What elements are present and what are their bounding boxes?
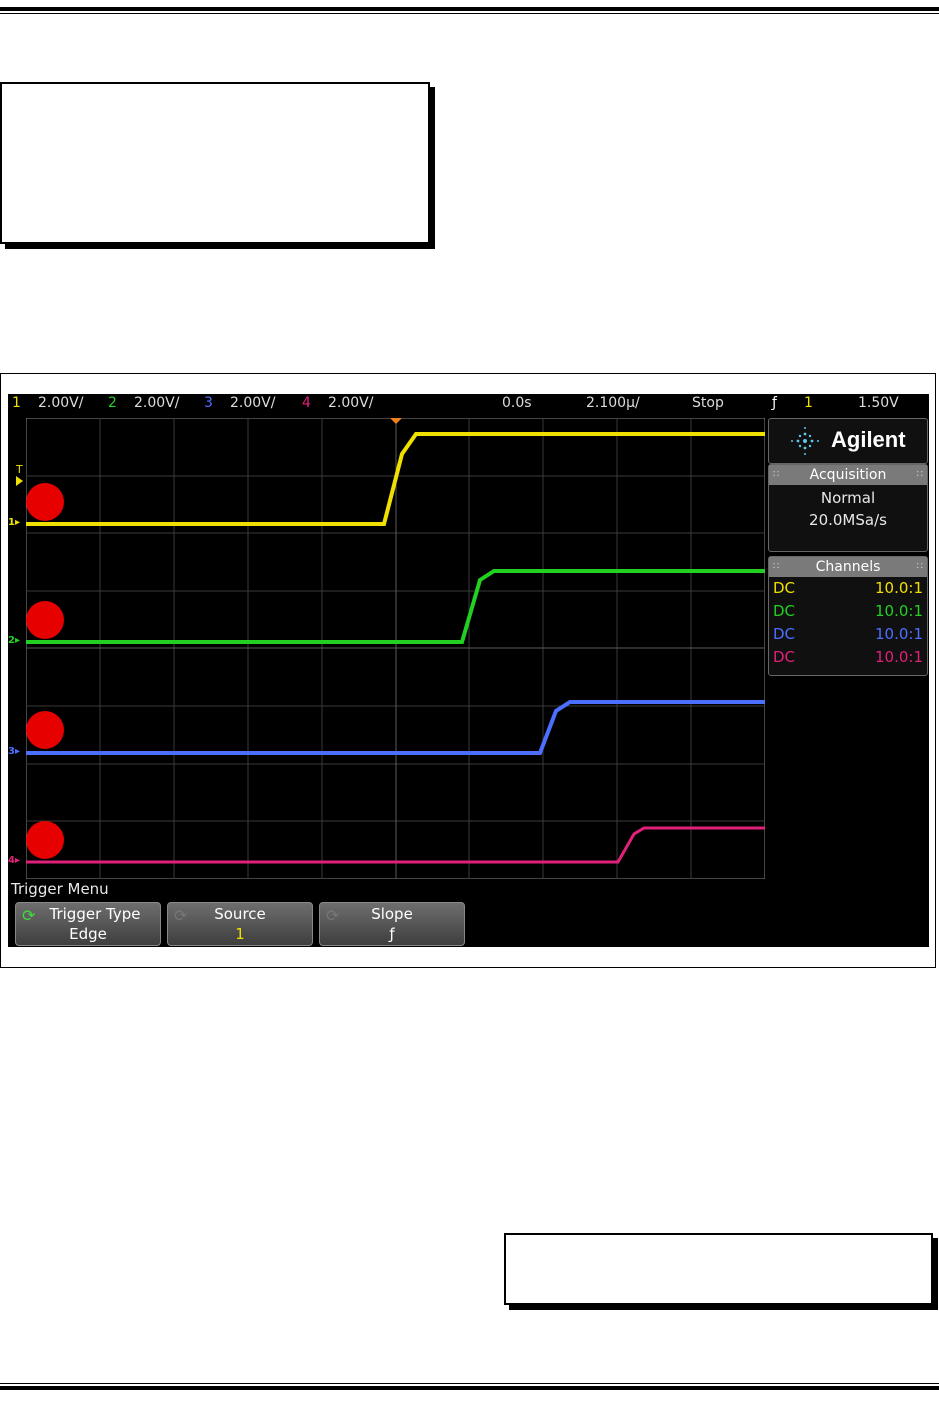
ground-marker-ch4[interactable]: 4▸ — [8, 856, 20, 866]
trigger-level[interactable]: 1.50V — [858, 395, 899, 411]
bottom-rule-thin — [0, 1383, 939, 1384]
ch3-number[interactable]: 3 — [204, 395, 213, 411]
ch1-number[interactable]: 1 — [12, 395, 21, 411]
channel-row-3: DC 10.0:1 — [769, 623, 927, 646]
ground-label: 3 — [8, 746, 15, 757]
annotation-marker-1 — [26, 483, 64, 521]
channel-probe: 10.0:1 — [875, 648, 923, 666]
channel-coupling: DC — [773, 648, 796, 666]
trigger-source[interactable]: 1 — [804, 395, 813, 411]
note-box-top — [0, 82, 430, 244]
ground-marker-ch1[interactable]: 1▸ — [8, 518, 20, 528]
channels-panel[interactable]: ∷ Channels ∷ DC 10.0:1 DC 10.0:1 DC 10.0… — [768, 556, 928, 676]
acquisition-rate: 20.0MSa/s — [809, 511, 887, 529]
softkey-value: 1 — [235, 925, 245, 943]
ground-label: 2 — [8, 635, 15, 646]
time-delay[interactable]: 0.0s — [502, 395, 532, 411]
trigger-type-softkey[interactable]: ⟳ Trigger Type Edge — [15, 902, 161, 946]
trigger-level-marker[interactable]: T — [16, 464, 23, 486]
note-box-bottom — [504, 1233, 933, 1305]
ch3-scale[interactable]: 2.00V/ — [230, 395, 275, 411]
brand-name: Agilent — [831, 427, 906, 452]
trigger-arrow-icon — [16, 476, 23, 486]
trigger-menu-title: Trigger Menu — [11, 880, 109, 898]
oscilloscope-screen: 1 2.00V/ 2 2.00V/ 3 2.00V/ 4 2.00V/ 0.0s… — [8, 394, 929, 947]
brand-panel: Agilent — [768, 418, 928, 464]
waveform-display[interactable] — [26, 418, 765, 879]
status-bar: 1 2.00V/ 2 2.00V/ 3 2.00V/ 4 2.00V/ 0.0s… — [8, 394, 929, 414]
grip-icon: ∷ — [773, 469, 780, 480]
channel-coupling: DC — [773, 602, 796, 620]
acquisition-title: Acquisition — [809, 467, 887, 483]
ground-label: 1 — [8, 517, 15, 528]
channel-coupling: DC — [773, 625, 796, 643]
acquisition-mode: Normal — [820, 489, 876, 507]
channel-probe: 10.0:1 — [875, 625, 923, 643]
grip-icon: ∷ — [773, 561, 780, 572]
run-state[interactable]: Stop — [692, 395, 724, 411]
annotation-marker-2 — [26, 601, 64, 639]
grip-icon: ∷ — [916, 469, 923, 480]
annotation-marker-4 — [26, 821, 64, 859]
top-rule-thin — [0, 13, 939, 14]
channels-title: Channels — [815, 559, 881, 575]
ch4-scale[interactable]: 2.00V/ — [328, 395, 373, 411]
slope-softkey[interactable]: ⟳ Slope ƒ — [319, 902, 465, 946]
softkey-value: Edge — [69, 925, 107, 943]
channels-header: ∷ Channels ∷ — [769, 557, 927, 577]
time-scale[interactable]: 2.100µ/ — [586, 395, 640, 411]
ground-marker-ch3[interactable]: 3▸ — [8, 747, 20, 757]
ch2-number[interactable]: 2 — [108, 395, 117, 411]
channel-row-4: DC 10.0:1 — [769, 646, 927, 669]
ground-marker-ch2[interactable]: 2▸ — [8, 636, 20, 646]
softkey-label: Trigger Type — [49, 905, 141, 923]
grip-icon: ∷ — [916, 561, 923, 572]
top-rule-thick — [0, 7, 939, 11]
rising-edge-icon: ƒ — [389, 925, 395, 943]
ch2-scale[interactable]: 2.00V/ — [134, 395, 179, 411]
ch4-number[interactable]: 4 — [302, 395, 311, 411]
channel-probe: 10.0:1 — [875, 602, 923, 620]
trigger-slope-icon: ƒ — [772, 395, 777, 411]
channel-row-1: DC 10.0:1 — [769, 577, 927, 600]
bottom-rule-thick — [0, 1386, 939, 1390]
agilent-spark-icon — [791, 427, 819, 455]
channel-row-2: DC 10.0:1 — [769, 600, 927, 623]
acquisition-header: ∷ Acquisition ∷ — [769, 465, 927, 485]
softkey-label: Slope — [371, 905, 413, 923]
trigger-marker-label: T — [16, 463, 23, 476]
acquisition-panel[interactable]: ∷ Acquisition ∷ Normal 20.0MSa/s — [768, 464, 928, 552]
source-softkey[interactable]: ⟳ Source 1 — [167, 902, 313, 946]
softkey-label: Source — [214, 905, 266, 923]
ground-label: 4 — [8, 855, 15, 866]
channel-probe: 10.0:1 — [875, 579, 923, 597]
ch1-scale[interactable]: 2.00V/ — [38, 395, 83, 411]
annotation-marker-3 — [26, 711, 64, 749]
channel-coupling: DC — [773, 579, 796, 597]
